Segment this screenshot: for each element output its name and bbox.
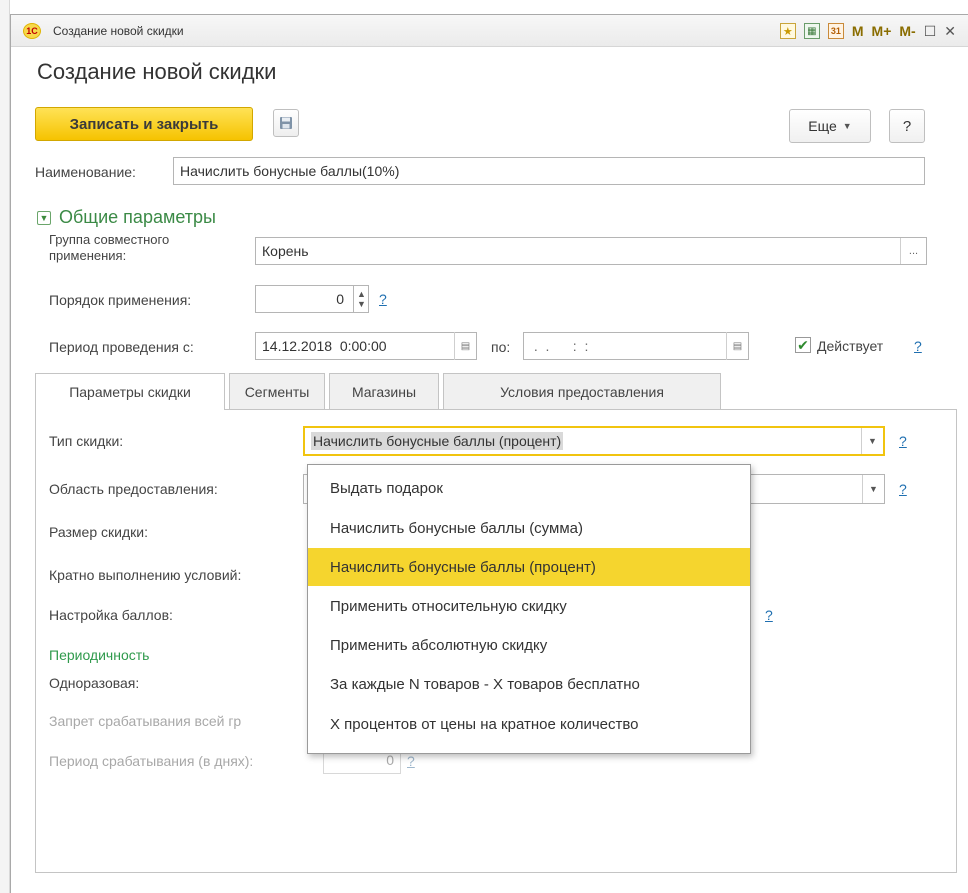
dropdown-option[interactable]: Выдать подарок <box>308 469 750 507</box>
discount-size-label: Размер скидки: <box>49 524 148 540</box>
group-select-button[interactable]: ... <box>900 238 926 264</box>
chevron-down-icon: ▼ <box>842 121 852 131</box>
active-label: Действует <box>817 338 884 354</box>
period-from-field[interactable]: 14.12.2018 0:00:00 <box>255 332 477 360</box>
calendar-icon[interactable]: 31 <box>827 23 844 39</box>
save-and-close-button[interactable]: Записать и закрыть <box>35 107 253 141</box>
page-title: Создание новой скидки <box>37 59 277 84</box>
floppy-disk-icon <box>280 117 292 129</box>
period-days-label: Период срабатывания (в днях): <box>49 753 254 769</box>
tab-discount-params[interactable]: Параметры скидки <box>35 373 225 410</box>
active-checkbox[interactable]: ✔ <box>795 337 811 353</box>
points-settings-label: Настройка баллов: <box>49 607 173 623</box>
prohibit-label: Запрет срабатывания всей гр <box>49 713 242 729</box>
memory-m-button[interactable]: M <box>852 23 864 39</box>
save-button[interactable] <box>273 109 299 137</box>
discount-type-help-link[interactable]: ? <box>899 433 907 449</box>
discount-form-window: 1С Создание новой скидки ★ ▦ 31 M M+ M- … <box>10 14 968 893</box>
points-help-link[interactable]: ? <box>765 607 773 623</box>
period-to-value: . . : : <box>530 338 589 354</box>
dropdown-option[interactable]: X процентов от цены на кратное количеств… <box>308 705 750 743</box>
multiple-label: Кратно выполнению условий: <box>49 567 242 583</box>
memory-plus-button[interactable]: M+ <box>872 23 892 39</box>
dropdown-option-selected[interactable]: Начислить бонусные баллы (процент) <box>308 548 750 586</box>
period-days-value: 0 <box>386 752 394 768</box>
period-from-value: 14.12.2018 0:00:00 <box>262 338 387 354</box>
group-label-line2: применения: <box>49 248 127 263</box>
calendar-icon[interactable]: ▤ <box>726 332 748 360</box>
maximize-icon[interactable]: ☐ <box>924 23 937 40</box>
1c-logo-icon: 1С <box>23 23 41 39</box>
one-time-label: Одноразовая: <box>49 675 140 691</box>
group-label-line1: Группа совместного <box>49 232 170 247</box>
name-field[interactable]: Начислить бонусные баллы(10%) <box>173 157 925 185</box>
window-title: Создание новой скидки <box>53 24 184 38</box>
discount-type-label: Тип скидки: <box>49 433 124 449</box>
screen: 1С Создание новой скидки ★ ▦ 31 M M+ M- … <box>0 0 968 893</box>
order-field[interactable]: 0 <box>255 285 369 313</box>
close-icon[interactable]: ✕ <box>944 23 956 40</box>
group-value: Корень <box>262 243 309 259</box>
periodicity-title: Периодичность <box>49 647 150 663</box>
order-value: 0 <box>336 291 344 307</box>
title-bar: 1С Создание новой скидки ★ ▦ 31 M M+ M- … <box>11 15 968 47</box>
memory-minus-button[interactable]: M- <box>899 23 915 39</box>
active-help-link[interactable]: ? <box>914 338 922 354</box>
discount-type-value: Начислить бонусные баллы (процент) <box>311 432 564 450</box>
discount-type-dropdown: Выдать подарок Начислить бонусные баллы … <box>307 464 751 754</box>
chevron-down-icon[interactable]: ▼ <box>862 475 884 503</box>
tab-conditions[interactable]: Условия предоставления <box>443 373 721 409</box>
discount-type-select[interactable]: Начислить бонусные баллы (процент) ▼ <box>303 426 885 456</box>
period-to-label: по: <box>491 339 511 355</box>
general-params-title: Общие параметры <box>59 207 216 227</box>
more-menu-button[interactable]: Еще ▼ <box>789 109 871 143</box>
star-icon[interactable]: ★ <box>779 23 796 39</box>
tab-stores[interactable]: Магазины <box>329 373 439 409</box>
group-field[interactable]: Корень ... <box>255 237 927 265</box>
area-label: Область предоставления: <box>49 481 218 497</box>
tab-segments[interactable]: Сегменты <box>229 373 325 409</box>
dropdown-option[interactable]: За каждые N товаров - X товаров бесплатн… <box>308 665 750 703</box>
dropdown-option[interactable]: Начислить бонусные баллы (сумма) <box>308 509 750 547</box>
order-label: Порядок применения: <box>49 292 192 308</box>
period-to-field[interactable]: . . : : <box>523 332 749 360</box>
chevron-down-icon[interactable]: ▼ <box>861 428 883 454</box>
order-help-link[interactable]: ? <box>379 291 387 307</box>
more-button-label: Еще <box>808 118 837 134</box>
chevron-up-icon: ▲ <box>357 289 366 299</box>
title-bar-tools: ★ ▦ 31 M M+ M- ☐ ✕ <box>779 21 956 41</box>
calendar-icon[interactable]: ▤ <box>454 332 476 360</box>
background-panel <box>0 0 10 893</box>
period-label: Период проведения с: <box>49 339 194 355</box>
order-stepper[interactable]: ▲ ▼ <box>353 285 369 313</box>
dropdown-option[interactable]: Применить абсолютную скидку <box>308 626 750 664</box>
calculator-icon[interactable]: ▦ <box>803 23 820 39</box>
general-params-header[interactable]: ▼ Общие параметры <box>37 207 216 228</box>
dropdown-option[interactable]: Применить относительную скидку <box>308 587 750 625</box>
name-label: Наименование: <box>35 164 136 180</box>
help-button[interactable]: ? <box>889 109 925 143</box>
chevron-down-icon: ▼ <box>37 210 51 225</box>
period-days-help-link[interactable]: ? <box>407 753 415 769</box>
area-help-link[interactable]: ? <box>899 481 907 497</box>
chevron-down-icon: ▼ <box>357 299 366 309</box>
